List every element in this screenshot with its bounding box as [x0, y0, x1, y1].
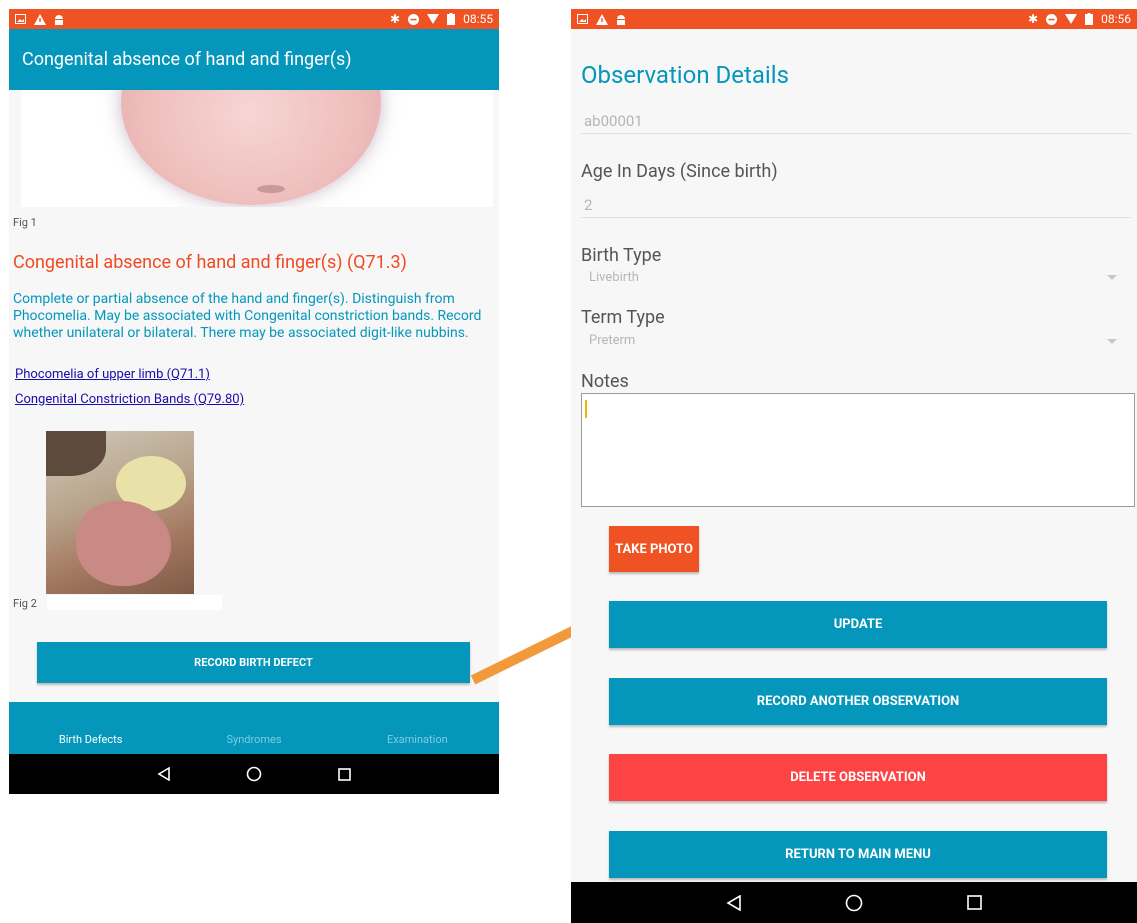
- page-title: Observation Details: [581, 61, 789, 89]
- notes-textarea[interactable]: [581, 393, 1135, 507]
- right-phone-screen: ✱ 08:56 Observation Details ab00001 Age …: [571, 9, 1137, 923]
- home-button[interactable]: [209, 766, 299, 782]
- notes-label: Notes: [581, 371, 629, 392]
- link-constriction-bands[interactable]: Congenital Constriction Bands (Q79.80): [15, 392, 244, 407]
- bluetooth-icon: ✱: [1028, 12, 1039, 26]
- birth-type-dropdown[interactable]: Livebirth: [589, 270, 639, 285]
- recents-icon: [966, 895, 982, 910]
- tab-examination[interactable]: Examination: [336, 733, 499, 754]
- home-button[interactable]: [794, 894, 914, 912]
- navigation-bar: [571, 882, 1137, 923]
- home-icon: [845, 894, 863, 911]
- figure-2-image: [46, 431, 194, 594]
- status-time: 08:56: [1101, 12, 1131, 26]
- app-bar-title: Congenital absence of hand and finger(s): [22, 49, 352, 70]
- image-notification-icon: [15, 14, 26, 24]
- figure-1-image: [21, 90, 493, 207]
- wifi-icon: [427, 14, 440, 24]
- update-button[interactable]: UPDATE: [609, 601, 1107, 648]
- status-time: 08:55: [463, 12, 493, 26]
- wifi-icon: [1065, 14, 1078, 24]
- back-icon: [726, 894, 741, 911]
- recents-icon: [337, 767, 351, 781]
- age-underline: [581, 217, 1131, 218]
- delete-observation-button[interactable]: DELETE OBSERVATION: [609, 754, 1107, 801]
- age-field[interactable]: 2: [584, 196, 592, 214]
- caption-field: [47, 595, 222, 610]
- status-bar: ✱ 08:55: [9, 9, 499, 29]
- recents-button[interactable]: [299, 767, 389, 781]
- take-photo-button[interactable]: TAKE PHOTO: [609, 526, 699, 572]
- back-icon: [157, 767, 170, 781]
- term-type-label: Term Type: [581, 307, 665, 328]
- left-phone-screen: ✱ 08:55 Congenital absence of hand and f…: [9, 9, 499, 794]
- battery-icon: [447, 13, 456, 25]
- fig2-caption: Fig 2: [13, 597, 37, 610]
- observation-id-field[interactable]: ab00001: [584, 112, 643, 130]
- recents-button[interactable]: [914, 895, 1034, 910]
- battery-icon: [1085, 13, 1094, 25]
- back-button[interactable]: [119, 767, 209, 781]
- tab-birth-defects[interactable]: Birth Defects: [9, 733, 172, 754]
- do-not-disturb-icon: [408, 13, 420, 25]
- record-another-observation-button[interactable]: RECORD ANOTHER OBSERVATION: [609, 678, 1107, 725]
- do-not-disturb-icon: [1046, 13, 1058, 25]
- term-type-dropdown[interactable]: Preterm: [589, 333, 635, 348]
- record-birth-defect-button[interactable]: RECORD BIRTH DEFECT: [37, 642, 470, 683]
- navigation-bar: [9, 754, 499, 794]
- birth-type-label: Birth Type: [581, 245, 662, 266]
- id-underline: [581, 133, 1131, 134]
- age-label: Age In Days (Since birth): [581, 161, 778, 182]
- home-icon: [246, 766, 262, 782]
- back-button[interactable]: [674, 894, 794, 911]
- return-to-main-menu-button[interactable]: RETURN TO MAIN MENU: [609, 831, 1107, 878]
- bottom-tabs: Birth Defects Syndromes Examination: [9, 702, 499, 754]
- android-icon: [617, 14, 625, 25]
- term-type-chevron-down-icon[interactable]: [1107, 339, 1117, 344]
- text-cursor: [585, 400, 587, 418]
- status-bar: ✱ 08:56: [571, 9, 1137, 29]
- condition-title: Congenital absence of hand and finger(s)…: [13, 252, 407, 273]
- bluetooth-icon: ✱: [390, 12, 401, 26]
- tab-syndromes[interactable]: Syndromes: [172, 733, 335, 754]
- image-notification-icon: [577, 14, 588, 24]
- app-bar: Congenital absence of hand and finger(s): [9, 29, 499, 90]
- warning-icon: [596, 13, 608, 25]
- warning-icon: [34, 13, 46, 25]
- condition-description: Complete or partial absence of the hand …: [13, 291, 482, 341]
- fig1-caption: Fig 1: [13, 216, 37, 229]
- android-icon: [55, 14, 63, 25]
- link-phocomelia[interactable]: Phocomelia of upper limb (Q71.1): [15, 367, 210, 382]
- birth-type-chevron-down-icon[interactable]: [1107, 275, 1117, 280]
